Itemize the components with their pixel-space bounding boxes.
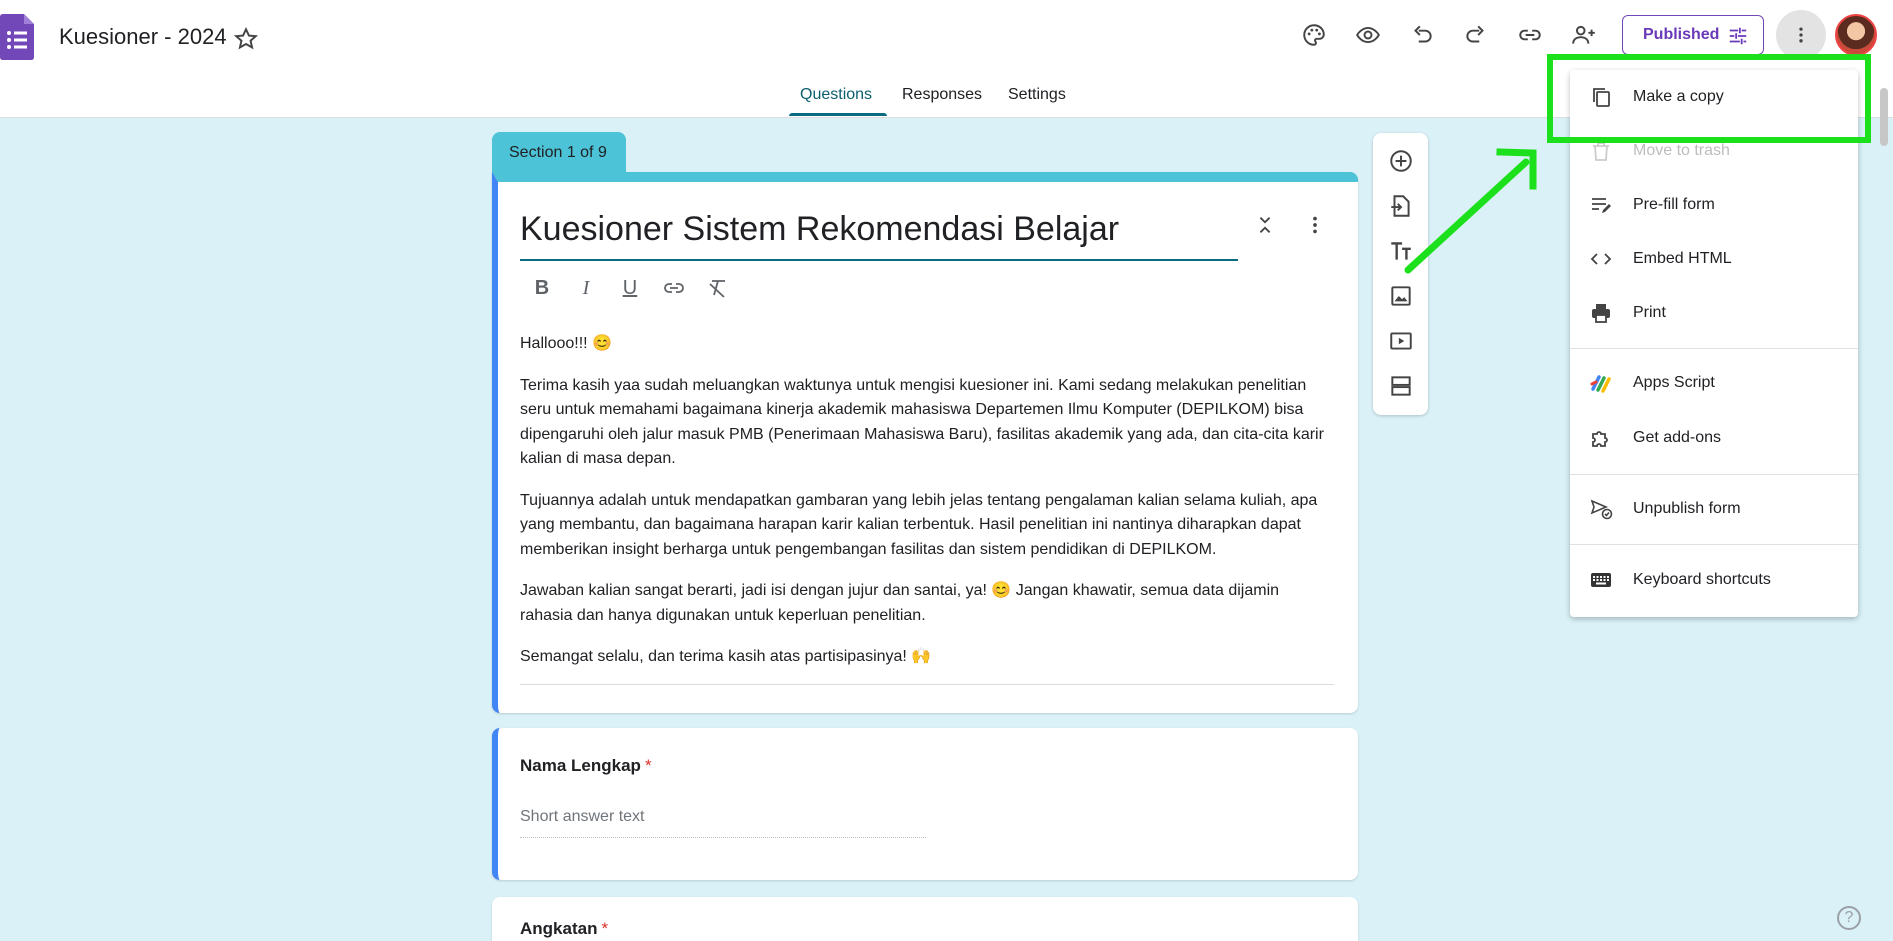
active-tab-indicator xyxy=(789,113,887,116)
avatar[interactable] xyxy=(1835,14,1877,56)
required-mark: * xyxy=(644,756,652,775)
menu-item-get-add-ons[interactable]: Get add-ons xyxy=(1570,415,1858,461)
menu-item-label: Embed HTML xyxy=(1633,250,1732,267)
redo-icon[interactable] xyxy=(1461,20,1491,50)
add-video-icon[interactable] xyxy=(1387,327,1415,355)
scrollbar[interactable] xyxy=(1880,88,1888,146)
section-label: Section 1 of 9 xyxy=(492,132,626,176)
menu-item-label: Apps Script xyxy=(1633,374,1715,391)
menu-item-label: Keyboard shortcuts xyxy=(1633,571,1771,588)
menu-item-label: Move to trash xyxy=(1633,142,1730,159)
format-toolbar: B I U xyxy=(528,274,732,302)
add-title-icon[interactable] xyxy=(1387,237,1415,265)
question-title-text: Nama Lengkap xyxy=(520,756,641,775)
menu-item-embed-html[interactable]: Embed HTML xyxy=(1570,236,1858,282)
more-options-button[interactable] xyxy=(1776,10,1826,60)
highlight-box xyxy=(1547,54,1871,143)
description-paragraph: Semangat selalu, dan terima kasih atas p… xyxy=(520,648,932,665)
insert-link-icon[interactable] xyxy=(660,274,688,302)
apps-script-icon xyxy=(1588,370,1614,396)
menu-divider xyxy=(1570,348,1858,349)
menu-divider xyxy=(1570,544,1858,545)
link-icon[interactable] xyxy=(1515,20,1545,50)
menu-item-label: Get add-ons xyxy=(1633,429,1722,446)
more-vert-icon xyxy=(1799,27,1803,43)
collapse-icon[interactable] xyxy=(1254,214,1276,236)
question-title[interactable]: Angkatan * xyxy=(520,919,608,939)
tab-settings[interactable]: Settings xyxy=(1008,86,1066,104)
keyboard-icon xyxy=(1588,567,1614,593)
section-more-icon[interactable] xyxy=(1304,214,1326,236)
preview-eye-icon[interactable] xyxy=(1353,20,1383,50)
menu-item-label: Unpublish form xyxy=(1633,500,1741,517)
italic-icon[interactable]: I xyxy=(572,274,600,302)
description-divider xyxy=(520,684,1334,685)
print-icon xyxy=(1588,300,1614,326)
bold-icon[interactable]: B xyxy=(528,274,556,302)
customize-icon xyxy=(1729,27,1747,45)
menu-item-label: Print xyxy=(1633,304,1666,321)
form-title[interactable]: Kuesioner Sistem Rekomendasi Belajar xyxy=(520,210,1238,261)
menu-item-keyboard-shortcuts[interactable]: Keyboard shortcuts xyxy=(1570,557,1858,603)
description-paragraph: Tujuannya adalah untuk mendapatkan gamba… xyxy=(520,491,1318,558)
question-title-text: Angkatan xyxy=(520,919,598,938)
menu-divider xyxy=(1570,474,1858,475)
question-title[interactable]: Nama Lengkap * xyxy=(520,756,652,776)
unpublish-icon xyxy=(1588,496,1614,522)
puzzle-icon xyxy=(1588,425,1614,451)
prefill-icon xyxy=(1588,192,1614,218)
forms-logo-icon[interactable] xyxy=(0,14,34,60)
question-card[interactable]: Nama Lengkap * Short answer text xyxy=(492,728,1358,880)
published-button[interactable]: Published xyxy=(1622,15,1764,55)
undo-icon[interactable] xyxy=(1407,20,1437,50)
import-questions-icon[interactable] xyxy=(1387,192,1415,220)
section-header-card[interactable]: Kuesioner Sistem Rekomendasi Belajar B I… xyxy=(492,172,1358,713)
tab-responses[interactable]: Responses xyxy=(902,86,982,104)
menu-item-print[interactable]: Print xyxy=(1570,290,1858,336)
description-paragraph: Hallooo!!! 😊 xyxy=(520,335,612,352)
short-answer-field: Short answer text xyxy=(520,808,926,838)
menu-item-label: Pre-fill form xyxy=(1633,196,1715,213)
document-title[interactable]: Kuesioner - 2024 xyxy=(59,24,227,50)
help-icon[interactable]: ? xyxy=(1837,906,1861,930)
form-description[interactable]: Hallooo!!! 😊 Terima kasih yaa sudah melu… xyxy=(520,332,1334,687)
clear-formatting-icon[interactable] xyxy=(704,274,732,302)
menu-item-unpublish-form[interactable]: Unpublish form xyxy=(1570,486,1858,532)
code-icon xyxy=(1588,246,1614,272)
menu-item-apps-script[interactable]: Apps Script xyxy=(1570,360,1858,406)
add-collaborator-icon[interactable] xyxy=(1569,20,1599,50)
published-label: Published xyxy=(1643,26,1720,43)
description-paragraph: Jawaban kalian sangat berarti, jadi isi … xyxy=(520,582,1280,624)
question-card[interactable]: Angkatan * xyxy=(492,897,1358,941)
floating-toolbar xyxy=(1373,133,1428,415)
menu-item-pre-fill-form[interactable]: Pre-fill form xyxy=(1570,182,1858,228)
palette-icon[interactable] xyxy=(1299,20,1329,50)
star-icon[interactable] xyxy=(233,26,259,52)
add-section-icon[interactable] xyxy=(1387,372,1415,400)
add-question-icon[interactable] xyxy=(1387,147,1415,175)
tab-questions[interactable]: Questions xyxy=(800,86,872,104)
more-options-menu: Make a copy Move to trash Pre-fill form … xyxy=(1570,70,1858,617)
required-mark: * xyxy=(601,919,609,938)
description-paragraph: Terima kasih yaa sudah meluangkan waktun… xyxy=(520,376,1324,468)
underline-icon[interactable]: U xyxy=(616,274,644,302)
add-image-icon[interactable] xyxy=(1387,282,1415,310)
